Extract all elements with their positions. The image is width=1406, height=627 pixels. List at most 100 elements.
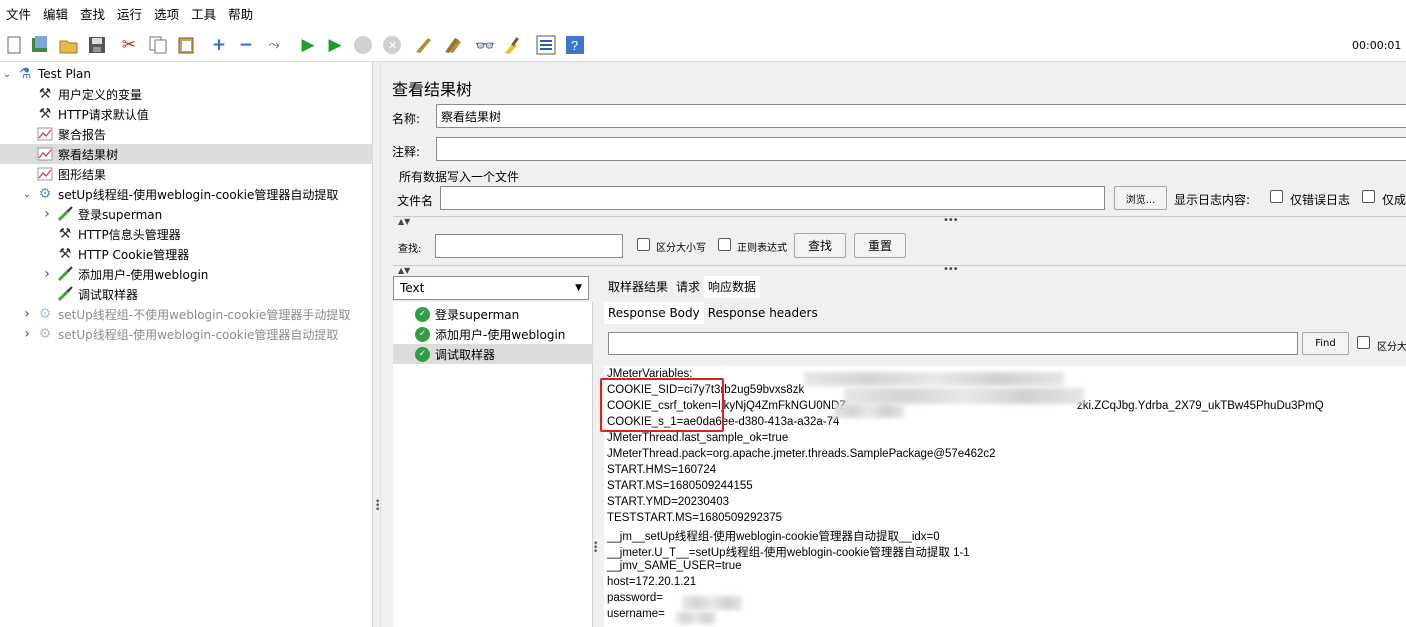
response-line: host=172.20.1.21 bbox=[607, 576, 697, 588]
response-line: START.HMS=160724 bbox=[607, 464, 717, 476]
divider bbox=[393, 265, 1406, 266]
filename-field[interactable] bbox=[440, 186, 1105, 210]
menu-item[interactable]: 查找 bbox=[74, 0, 111, 30]
response-find-button[interactable]: Find bbox=[1302, 332, 1349, 355]
subtab-item[interactable]: Response Body bbox=[604, 302, 704, 324]
shutdown-icon[interactable]: ✕ bbox=[381, 34, 403, 56]
tools-icon: ⚒ bbox=[38, 86, 52, 102]
chevron-down-icon[interactable]: ⌄ bbox=[21, 189, 33, 200]
gear-icon: ⚙ bbox=[38, 186, 52, 202]
case-sensitive-label: 区分大小写 bbox=[656, 243, 706, 254]
sample-result-item[interactable]: ✓ 调试取样器 bbox=[393, 344, 593, 364]
tree-item[interactable]: › ⚙ setUp线程组-使用weblogin-cookie管理器自动提取 bbox=[0, 324, 373, 344]
chevron-down-icon[interactable]: ⌄ bbox=[1, 69, 13, 80]
menu-item[interactable]: 编辑 bbox=[37, 0, 74, 30]
case-sensitive-checkbox[interactable] bbox=[637, 238, 650, 251]
errors-only-checkbox[interactable] bbox=[1270, 190, 1283, 203]
tree-item[interactable]: ⚒ HTTP信息头管理器 bbox=[0, 224, 373, 244]
menu-item[interactable]: 选项 bbox=[148, 0, 185, 30]
chevron-right-icon[interactable]: › bbox=[21, 326, 33, 342]
redaction-blur bbox=[682, 596, 742, 610]
results-splitter[interactable]: • • • bbox=[593, 272, 599, 627]
start-no-pause-icon[interactable]: ▶ bbox=[324, 34, 346, 56]
tab-item[interactable]: 请求 bbox=[672, 276, 704, 298]
templates-icon[interactable] bbox=[29, 34, 51, 56]
browse-button[interactable]: 浏览... bbox=[1114, 186, 1167, 210]
reset-search-icon[interactable] bbox=[502, 34, 524, 56]
name-label: 名称: bbox=[392, 112, 421, 126]
tree-item[interactable]: ⚒ HTTP请求默认值 bbox=[0, 104, 373, 124]
menu-item[interactable]: 文件 bbox=[0, 0, 37, 30]
menu-bar: 文件 编辑 查找 运行 选项 工具 帮助 bbox=[0, 0, 1406, 30]
tools-icon: ⚒ bbox=[58, 246, 72, 262]
menu-item[interactable]: 工具 bbox=[185, 0, 222, 30]
collapse-arrows[interactable]: ▲▼ bbox=[398, 266, 410, 275]
paste-icon[interactable] bbox=[175, 34, 197, 56]
renderer-select[interactable]: Text ▼ bbox=[393, 276, 589, 300]
response-line: JMeterThread.last_sample_ok=true bbox=[607, 432, 789, 444]
tree-item[interactable]: 聚合报告 bbox=[0, 124, 373, 144]
tree-item[interactable]: ⚒ 用户定义的变量 bbox=[0, 84, 373, 104]
sample-result-item[interactable]: ✓ 添加用户-使用weblogin bbox=[393, 324, 593, 344]
tree-item[interactable]: › 登录superman bbox=[0, 204, 373, 224]
tree-item[interactable]: 调试取样器 bbox=[0, 284, 373, 304]
name-field[interactable]: 察看结果树 bbox=[436, 104, 1406, 128]
result-tabs: 取样器结果 请求 响应数据 bbox=[604, 276, 761, 298]
tree-item[interactable]: ⌄ ⚗ Test Plan bbox=[0, 64, 373, 84]
menu-item[interactable]: 帮助 bbox=[222, 0, 259, 30]
open-icon[interactable] bbox=[58, 34, 80, 56]
subtab-item[interactable]: Response headers bbox=[704, 302, 822, 324]
help-icon[interactable]: ? bbox=[564, 34, 586, 56]
comment-field[interactable] bbox=[436, 137, 1406, 161]
main-splitter[interactable]: • • • bbox=[373, 62, 381, 627]
response-line: password= bbox=[607, 592, 663, 604]
divider bbox=[393, 216, 1406, 217]
save-icon[interactable] bbox=[86, 34, 108, 56]
function-helper-icon[interactable] bbox=[535, 34, 557, 56]
redaction-blur bbox=[804, 372, 1064, 386]
sample-result-item[interactable]: ✓ 登录superman bbox=[393, 304, 593, 324]
search-input[interactable] bbox=[435, 234, 623, 258]
response-find-input[interactable] bbox=[608, 332, 1298, 355]
clear-all-icon[interactable] bbox=[441, 34, 463, 56]
start-icon[interactable]: ▶ bbox=[297, 34, 319, 56]
search-icon[interactable]: 👓 bbox=[474, 34, 496, 56]
chevron-right-icon[interactable]: › bbox=[21, 306, 33, 322]
errors-only-label: 仅错误日志 bbox=[1290, 193, 1351, 207]
clear-icon[interactable] bbox=[412, 34, 434, 56]
tree-item[interactable]: › 添加用户-使用weblogin bbox=[0, 264, 373, 284]
tree-item[interactable]: › ⚙ setUp线程组-不使用weblogin-cookie管理器手动提取 bbox=[0, 304, 373, 324]
menu-item[interactable]: 运行 bbox=[111, 0, 148, 30]
success-shield-icon: ✓ bbox=[415, 326, 430, 342]
splitter-dots[interactable]: ••• bbox=[943, 215, 959, 226]
tab-item[interactable]: 响应数据 bbox=[704, 276, 761, 298]
response-case-checkbox[interactable] bbox=[1357, 336, 1370, 349]
success-shield-icon: ✓ bbox=[415, 346, 430, 362]
collapse-arrows[interactable]: ▲▼ bbox=[398, 217, 410, 226]
tree-item[interactable]: 图形结果 bbox=[0, 164, 373, 184]
tree-item[interactable]: ⌄ ⚙ setUp线程组-使用weblogin-cookie管理器自动提取 bbox=[0, 184, 373, 204]
chevron-right-icon[interactable]: › bbox=[41, 206, 53, 222]
chevron-right-icon[interactable]: › bbox=[41, 266, 53, 282]
reset-button[interactable]: 重置 bbox=[854, 233, 906, 258]
response-line: TESTSTART.MS=1680509292375 bbox=[607, 512, 783, 524]
file-section-label: 所有数据写入一个文件 bbox=[399, 170, 520, 184]
collapse-icon[interactable]: − bbox=[235, 34, 257, 56]
new-icon[interactable] bbox=[3, 34, 25, 56]
find-button[interactable]: 查找 bbox=[794, 233, 846, 258]
tree-item-label: 调试取样器 bbox=[78, 287, 139, 302]
success-only-checkbox[interactable] bbox=[1362, 190, 1375, 203]
expand-icon[interactable]: + bbox=[208, 34, 230, 56]
regex-checkbox[interactable] bbox=[718, 238, 731, 251]
search-label: 查找: bbox=[398, 244, 422, 255]
cut-icon[interactable]: ✂ bbox=[118, 34, 140, 56]
response-line: START.MS=1680509244155 bbox=[607, 480, 753, 492]
toggle-icon[interactable]: ⤳ bbox=[263, 34, 285, 56]
tree-item[interactable]: 察看结果树 bbox=[0, 144, 373, 164]
splitter-dots[interactable]: ••• bbox=[943, 264, 959, 275]
tab-item[interactable]: 取样器结果 bbox=[604, 276, 672, 298]
tree-item[interactable]: ⚒ HTTP Cookie管理器 bbox=[0, 244, 373, 264]
tree-item-label: HTTP Cookie管理器 bbox=[78, 247, 190, 262]
copy-icon[interactable] bbox=[147, 34, 169, 56]
stop-icon[interactable] bbox=[352, 34, 374, 56]
